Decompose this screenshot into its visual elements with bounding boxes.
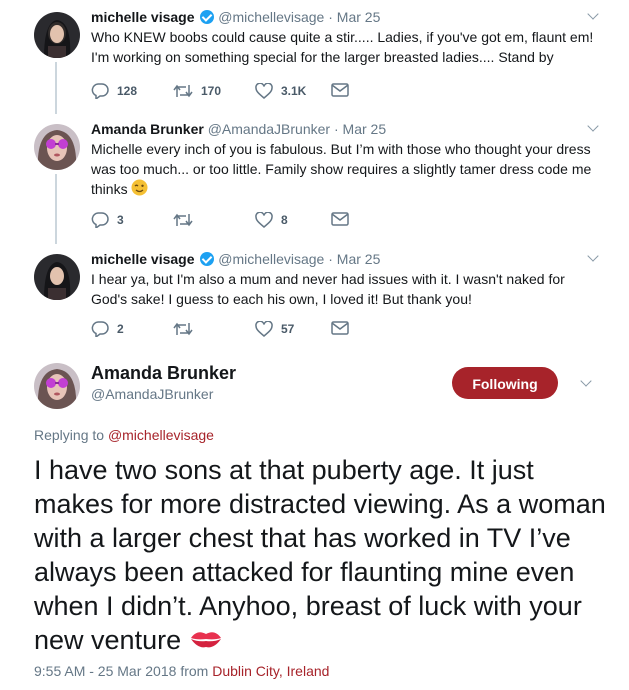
tweet-date[interactable]: Mar 25: [337, 9, 381, 25]
main-user-handle[interactable]: @AmandaJBrunker: [91, 386, 213, 402]
replying-to: Replying to @michellevisage: [34, 427, 214, 443]
main-tweet-text: I have two sons at that puberty age. It …: [34, 455, 606, 655]
verified-badge-icon: [200, 252, 215, 266]
tweet-header: Amanda Brunker @AmandaJBrunker · Mar 25: [91, 120, 386, 138]
heart-icon: [255, 212, 273, 228]
reply-icon: [91, 321, 109, 337]
reply-count: 3: [117, 213, 124, 227]
amanda-avatar-image: [34, 363, 80, 409]
tweet-3[interactable]: michelle visage @michellevisage · Mar 25…: [0, 250, 629, 342]
tweet-footer: 9:55 AM - 25 Mar 2018 from Dublin City, …: [34, 663, 329, 679]
display-name[interactable]: Amanda Brunker: [91, 121, 204, 137]
separator-dot: ·: [328, 9, 333, 25]
tweet-text-container: Michelle every inch of you is fabulous. …: [91, 139, 601, 201]
following-button[interactable]: Following: [452, 367, 558, 399]
chevron-down-icon[interactable]: [580, 375, 592, 387]
reply-button[interactable]: 128: [91, 83, 137, 99]
avatar[interactable]: [34, 254, 80, 300]
tweet-timestamp[interactable]: 9:55 AM - 25 Mar 2018: [34, 663, 176, 679]
tweet-text: I hear ya, but I'm also a mum and never …: [91, 271, 565, 307]
envelope-icon: [331, 212, 349, 226]
replying-prefix: Replying to: [34, 427, 105, 443]
tweet-header: michelle visage @michellevisage · Mar 25: [91, 8, 380, 26]
separator-dot: ·: [328, 251, 333, 267]
replying-handle-link[interactable]: @michellevisage: [108, 427, 214, 443]
separator-dot: ·: [333, 121, 339, 137]
reply-button[interactable]: 2: [91, 321, 124, 337]
tweet-text: Who KNEW boobs could cause quite a stir.…: [91, 29, 594, 65]
main-display-name[interactable]: Amanda Brunker: [91, 363, 236, 384]
tweet-text: Michelle every inch of you is fabulous. …: [91, 141, 592, 197]
reply-icon: [91, 83, 109, 99]
winking-face-emoji-icon: [131, 179, 148, 201]
envelope-icon: [331, 321, 349, 335]
display-name[interactable]: michelle visage: [91, 9, 195, 25]
retweet-icon: [173, 84, 193, 98]
main-avatar[interactable]: [34, 363, 80, 409]
michelle-avatar-image: [34, 254, 80, 300]
retweet-button[interactable]: [173, 321, 201, 337]
tweet-2[interactable]: Amanda Brunker @AmandaJBrunker · Mar 25 …: [0, 120, 629, 232]
direct-message-button[interactable]: [331, 212, 349, 226]
from-label: from: [180, 663, 209, 679]
like-count: 3.1K: [281, 84, 307, 98]
main-tweet-text-container: I have two sons at that puberty age. It …: [34, 453, 609, 659]
tweet-header: michelle visage @michellevisage · Mar 25: [91, 250, 380, 268]
like-count: 8: [281, 213, 288, 227]
retweet-count: 170: [201, 84, 222, 98]
reply-count: 2: [117, 322, 124, 336]
tweet-date[interactable]: Mar 25: [337, 251, 381, 267]
thread-line: [55, 174, 57, 244]
direct-message-button[interactable]: [331, 83, 349, 97]
verified-badge-icon: [200, 10, 215, 24]
amanda-avatar-image: [34, 124, 80, 170]
heart-icon: [255, 321, 273, 337]
like-button[interactable]: 3.1K: [255, 83, 306, 99]
retweet-icon: [173, 322, 193, 336]
michelle-avatar-image: [34, 12, 80, 58]
reply-count: 128: [117, 84, 138, 98]
user-handle[interactable]: @michellevisage: [218, 9, 324, 25]
avatar[interactable]: [34, 12, 80, 58]
kiss-mark-emoji-icon: [189, 625, 223, 659]
user-handle[interactable]: @michellevisage: [218, 251, 324, 267]
chevron-down-icon[interactable]: [587, 250, 599, 262]
retweet-button[interactable]: [173, 212, 201, 228]
heart-icon: [255, 83, 273, 99]
tweet-1[interactable]: michelle visage @michellevisage · Mar 25…: [0, 8, 629, 108]
thread-line: [55, 62, 57, 114]
chevron-down-icon[interactable]: [587, 120, 599, 132]
like-button[interactable]: 8: [255, 212, 288, 228]
user-handle[interactable]: @AmandaJBrunker: [208, 121, 330, 137]
tweet-date[interactable]: Mar 25: [343, 121, 387, 137]
like-button[interactable]: 57: [255, 321, 294, 337]
direct-message-button[interactable]: [331, 321, 349, 335]
retweet-button[interactable]: 170: [173, 83, 221, 99]
chevron-down-icon[interactable]: [587, 8, 599, 20]
display-name[interactable]: michelle visage: [91, 251, 195, 267]
location-link[interactable]: Dublin City, Ireland: [212, 663, 329, 679]
like-count: 57: [281, 322, 295, 336]
envelope-icon: [331, 83, 349, 97]
reply-button[interactable]: 3: [91, 212, 124, 228]
retweet-icon: [173, 213, 193, 227]
reply-icon: [91, 212, 109, 228]
avatar[interactable]: [34, 124, 80, 170]
